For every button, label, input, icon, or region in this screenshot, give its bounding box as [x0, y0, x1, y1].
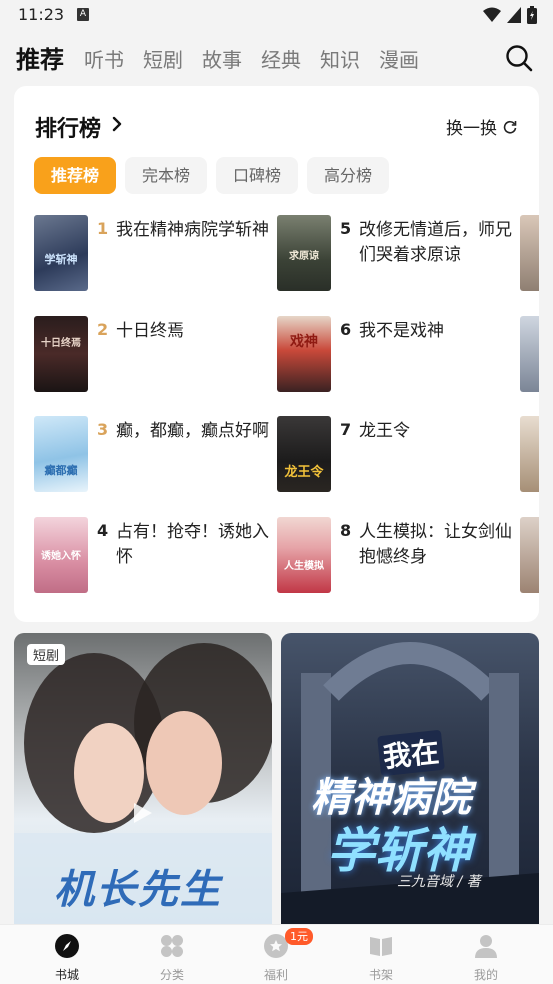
poster-author: 三九音域 / 著	[397, 874, 481, 890]
book-cover: 人生模拟	[277, 517, 331, 593]
book-title: 我在精神病院学斩神	[116, 220, 269, 240]
book-cover: 龙王令	[277, 416, 331, 492]
rank-number: 2	[97, 320, 109, 339]
book-title: 龙王令	[359, 421, 410, 441]
book-title: 改修无情道后，师兄们哭着求原谅	[359, 220, 512, 265]
nav-label: 书架	[368, 968, 393, 982]
cover-text: 人生模拟	[284, 559, 324, 572]
cover-text: 诱她入怀	[41, 549, 81, 562]
status-time: 11:23	[18, 5, 65, 24]
system-icons	[483, 6, 537, 24]
compass-icon	[55, 934, 79, 958]
book-title: 十日终焉	[116, 321, 184, 341]
nav-profile[interactable]: 我的	[456, 933, 516, 983]
book-cover: 诱她入怀	[34, 517, 88, 593]
top-category-tabs: 推荐 听书 短剧 故事 经典 知识 漫画	[0, 36, 553, 80]
rank-number: 8	[340, 521, 352, 540]
tab-audiobook[interactable]: 听书	[84, 44, 124, 73]
refresh-button[interactable]: 换一换	[446, 114, 517, 139]
ranking-book-2[interactable]: 十日终焉 2 十日终焉	[34, 316, 274, 396]
rank-number: 6	[340, 320, 352, 339]
ranking-card: 排行榜 换一换 推荐榜 完本榜 口碑榜 高分榜 学斩神 1 我在精神病院学斩神 …	[14, 86, 539, 622]
ranking-book-8[interactable]: 人生模拟 8 人生模拟：让女剑仙抱憾终身	[277, 517, 517, 597]
rank-number: 1	[97, 219, 109, 238]
ranking-book-1[interactable]: 学斩神 1 我在精神病院学斩神	[34, 215, 274, 295]
ranking-book-3[interactable]: 癫都癫 3 癫，都癫，癫点好啊	[34, 416, 274, 496]
grid-icon	[161, 935, 183, 957]
rank-number: 3	[97, 420, 109, 439]
book-cover: 十日终焉	[34, 316, 88, 392]
refresh-label: 换一换	[446, 119, 497, 139]
battery-icon	[527, 6, 537, 24]
rank-number: 4	[97, 521, 109, 540]
rank-number: 5	[340, 219, 352, 238]
next-column-cover[interactable]	[520, 416, 539, 492]
ranking-book-7[interactable]: 龙王令 7 龙王令	[277, 416, 517, 496]
wifi-icon	[483, 7, 501, 22]
welfare-badge: 1元	[285, 928, 313, 945]
ranking-title[interactable]: 排行榜	[35, 111, 101, 143]
play-icon[interactable]	[132, 801, 154, 825]
tab-classic[interactable]: 经典	[261, 44, 301, 73]
chevron-right-icon[interactable]	[110, 116, 124, 132]
user-icon	[475, 935, 497, 958]
cover-text: 癫都癫	[45, 463, 78, 477]
drama-title: 机长先生	[54, 867, 222, 913]
nav-category[interactable]: 分类	[142, 933, 202, 983]
nav-label: 书城	[54, 968, 79, 982]
cover-text: 十日终焉	[41, 336, 81, 349]
nav-label: 我的	[473, 968, 498, 982]
book-title: 人生模拟：让女剑仙抱憾终身	[359, 522, 512, 567]
book-title: 癫，都癫，癫点好啊	[116, 421, 269, 441]
chip-recommend-rank[interactable]: 推荐榜	[34, 157, 117, 194]
cover-text: 学斩神	[45, 252, 78, 266]
short-drama-tag: 短剧	[27, 644, 66, 665]
book-promo-card[interactable]: 我在 精神病院 学斩神 三九音域 / 著	[281, 633, 539, 933]
nav-label: 分类	[159, 968, 184, 982]
book-cover: 戏神	[277, 316, 331, 392]
rank-number: 7	[340, 420, 352, 439]
status-bar: 11:23 A	[0, 0, 553, 32]
nav-bookstore[interactable]: 书城	[37, 933, 97, 983]
tab-story[interactable]: 故事	[202, 44, 242, 73]
book-cover: 求原谅	[277, 215, 331, 291]
ranking-book-6[interactable]: 戏神 6 我不是戏神	[277, 316, 517, 396]
tab-recommend[interactable]: 推荐	[16, 40, 64, 75]
short-drama-card[interactable]: 短剧 机长先生	[14, 633, 272, 933]
next-column-cover[interactable]	[520, 517, 539, 593]
bottom-navigation: 书城 分类 福利 书架 我的	[0, 924, 553, 984]
search-icon[interactable]	[505, 44, 533, 72]
nav-bookshelf[interactable]: 书架	[351, 933, 411, 983]
tab-comic[interactable]: 漫画	[379, 44, 419, 73]
cover-text: 龙王令	[284, 464, 324, 480]
refresh-icon	[503, 120, 517, 134]
notification-icon: A	[77, 8, 89, 21]
cover-text: 求原谅	[289, 249, 319, 262]
book-cover: 学斩神	[34, 215, 88, 291]
ranking-book-4[interactable]: 诱她入怀 4 占有！抢夺！诱她入怀	[34, 517, 274, 597]
next-column-cover[interactable]	[520, 215, 539, 291]
book-cover: 癫都癫	[34, 416, 88, 492]
ranking-chips: 推荐榜 完本榜 口碑榜 高分榜	[34, 157, 390, 194]
ranking-book-5[interactable]: 求原谅 5 改修无情道后，师兄们哭着求原谅	[277, 215, 517, 295]
book-icon	[370, 937, 392, 956]
next-column-cover[interactable]	[520, 316, 539, 392]
book-title: 我不是戏神	[359, 321, 444, 341]
chip-reputation-rank[interactable]: 口碑榜	[216, 157, 299, 194]
tab-knowledge[interactable]: 知识	[320, 44, 360, 73]
signal-icon	[507, 7, 521, 23]
cover-text: 戏神	[289, 333, 318, 350]
book-title: 占有！抢夺！诱她入怀	[116, 522, 269, 567]
chip-high-score-rank[interactable]: 高分榜	[307, 157, 390, 194]
nav-label: 福利	[263, 968, 288, 982]
tab-short-drama[interactable]: 短剧	[143, 44, 183, 73]
chip-completed-rank[interactable]: 完本榜	[125, 157, 208, 194]
